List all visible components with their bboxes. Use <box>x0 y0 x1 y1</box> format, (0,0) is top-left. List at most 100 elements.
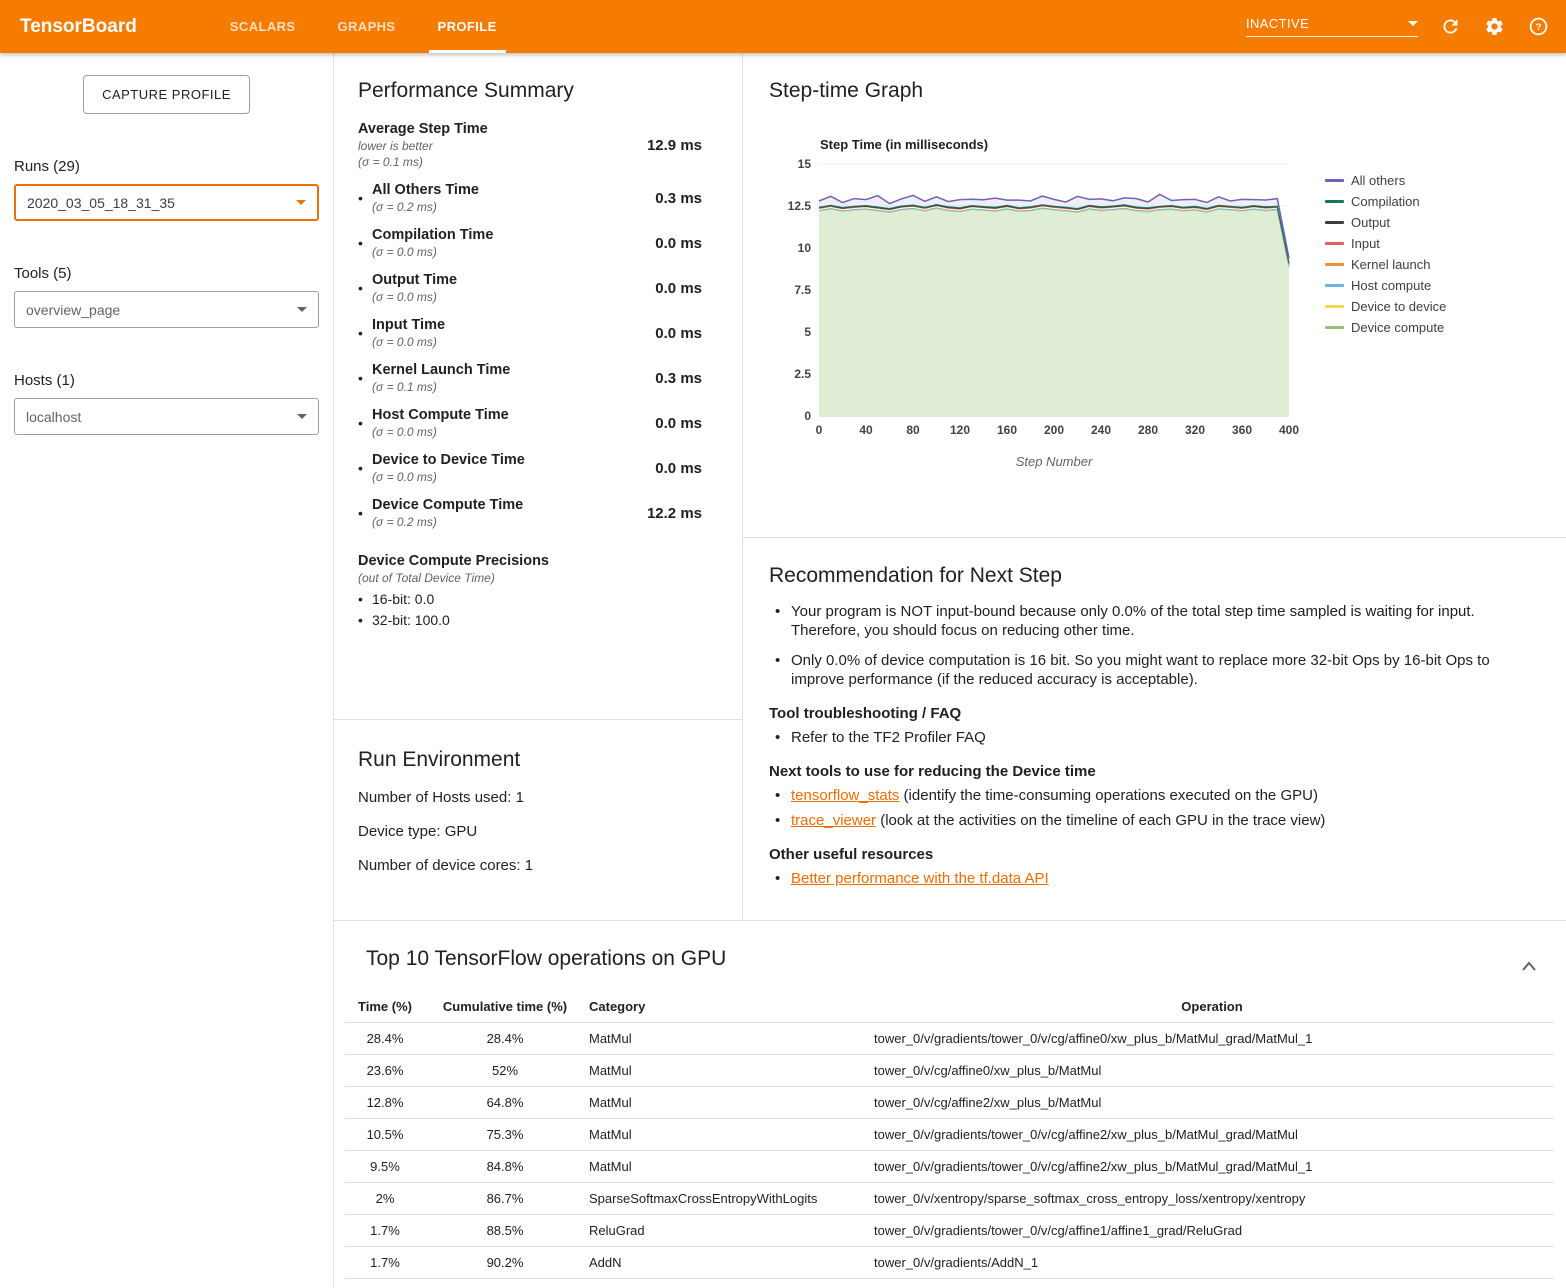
bullet: • <box>358 235 372 251</box>
legend-item-compilation: Compilation <box>1325 191 1446 212</box>
svg-text:280: 280 <box>1138 423 1158 437</box>
table-header-row: Time (%) Cumulative time (%) Category Op… <box>345 991 1554 1023</box>
tab-scalars[interactable]: SCALARS <box>209 0 317 53</box>
bullet: • <box>358 505 372 521</box>
table-row: 12.8%64.8%MatMultower_0/v/cg/affine2/xw_… <box>345 1087 1554 1119</box>
svg-text:400: 400 <box>1279 423 1299 437</box>
svg-text:80: 80 <box>906 423 920 437</box>
tab-profile[interactable]: PROFILE <box>417 0 518 53</box>
metric-all-others-time: • All Others Time (σ = 0.2 ms) 0.3 ms <box>358 182 702 214</box>
svg-text:10: 10 <box>798 241 812 255</box>
legend-label: Kernel launch <box>1351 257 1431 272</box>
legend-swatch <box>1325 179 1344 182</box>
table-row: 23.6%52%MatMultower_0/v/cg/affine0/xw_pl… <box>345 1055 1554 1087</box>
legend-item-output: Output <box>1325 212 1446 233</box>
legend-swatch <box>1325 221 1344 224</box>
legend-swatch <box>1325 263 1344 266</box>
bullet: • <box>358 415 372 431</box>
table-row: 1.7%88.5%ReluGradtower_0/v/gradients/tow… <box>345 1215 1554 1247</box>
resources-header: Other useful resources <box>769 846 1540 863</box>
metric-kernel-launch-time: • Kernel Launch Time (σ = 0.1 ms) 0.3 ms <box>358 362 702 394</box>
svg-text:7.5: 7.5 <box>794 283 811 297</box>
legend-swatch <box>1325 284 1344 287</box>
legend-label: All others <box>1351 173 1405 188</box>
settings-button[interactable] <box>1482 15 1506 39</box>
legend-item-input: Input <box>1325 233 1446 254</box>
hosts-label: Hosts (1) <box>14 372 319 389</box>
top-ops-title: Top 10 TensorFlow operations on GPU <box>366 947 1554 971</box>
recommendation-bullet: Only 0.0% of device computation is 16 bi… <box>769 651 1540 689</box>
faq-header: Tool troubleshooting / FAQ <box>769 705 1540 722</box>
chevron-down-icon <box>1408 21 1418 26</box>
legend-item-device-compute: Device compute <box>1325 317 1446 338</box>
header-controls: INACTIVE ? <box>1246 15 1550 39</box>
bullet: • <box>358 460 372 476</box>
hosts-dropdown[interactable]: localhost <box>14 398 319 435</box>
hosts-selected-value: localhost <box>26 409 81 425</box>
legend-label: Output <box>1351 215 1390 230</box>
svg-text:5: 5 <box>804 325 811 339</box>
legend-swatch <box>1325 242 1344 245</box>
resource-item: Better performance with the tf.data API <box>769 869 1540 888</box>
tensorflow-stats-link[interactable]: tensorflow_stats <box>791 787 899 804</box>
tf-data-api-link[interactable]: Better performance with the tf.data API <box>791 870 1049 887</box>
tab-graphs[interactable]: GRAPHS <box>316 0 416 53</box>
runs-label: Runs (29) <box>14 158 319 175</box>
runs-dropdown[interactable]: 2020_03_05_18_31_35 <box>14 184 319 221</box>
reload-status-dropdown[interactable]: INACTIVE <box>1246 16 1418 37</box>
metric-host-compute-time: • Host Compute Time (σ = 0.0 ms) 0.0 ms <box>358 407 702 439</box>
bullet: • <box>358 280 372 296</box>
metric-average-step-time: Average Step Time lower is better (σ = 0… <box>358 121 702 169</box>
metric-output-time: • Output Time (σ = 0.0 ms) 0.0 ms <box>358 272 702 304</box>
legend-label: Input <box>1351 236 1380 251</box>
legend-item-all-others: All others <box>1325 170 1446 191</box>
app-title: TensorBoard <box>20 16 137 38</box>
chevron-down-icon <box>297 414 307 419</box>
faq-item: Refer to the TF2 Profiler FAQ <box>769 728 1540 747</box>
help-icon: ? <box>1528 16 1549 37</box>
svg-text:12.5: 12.5 <box>788 199 812 213</box>
device-compute-precisions: Device Compute Precisions (out of Total … <box>358 553 702 628</box>
bullet: • <box>358 325 372 341</box>
chart-x-axis-label: Step Number <box>769 454 1309 469</box>
tool-item-description: (look at the activities on the timeline … <box>876 812 1325 829</box>
precision-16bit: 16-bit: 0.0 <box>358 591 702 607</box>
recommendation-bullet: Your program is NOT input-bound because … <box>769 602 1540 640</box>
legend-swatch <box>1325 326 1344 329</box>
svg-text:320: 320 <box>1185 423 1205 437</box>
col-category: Category <box>585 991 870 1023</box>
help-button[interactable]: ? <box>1526 15 1550 39</box>
col-time: Time (%) <box>345 991 425 1023</box>
top-ops-panel: Top 10 TensorFlow operations on GPU Time… <box>334 921 1566 1288</box>
legend-item-device-to-device: Device to device <box>1325 296 1446 317</box>
bullet: • <box>358 190 372 206</box>
step-time-graph-panel: Step-time Graph Step Time (in millisecon… <box>743 53 1566 538</box>
tools-selected-value: overview_page <box>26 302 120 318</box>
main-content: Performance Summary Average Step Time lo… <box>334 53 1566 1288</box>
svg-text:200: 200 <box>1044 423 1064 437</box>
chart-legend: All others Compilation Output Input Kernel l… <box>1325 170 1446 338</box>
svg-text:40: 40 <box>859 423 873 437</box>
collapse-panel-button[interactable] <box>1518 955 1540 978</box>
run-environment-title: Run Environment <box>358 748 718 772</box>
col-operation: Operation <box>870 991 1554 1023</box>
sidebar: CAPTURE PROFILE Runs (29) 2020_03_05_18_… <box>0 53 334 1288</box>
trace-viewer-link[interactable]: trace_viewer <box>791 812 876 829</box>
top-nav: SCALARS GRAPHS PROFILE <box>209 0 518 53</box>
capture-profile-button[interactable]: CAPTURE PROFILE <box>83 75 250 114</box>
svg-text:120: 120 <box>950 423 970 437</box>
refresh-button[interactable] <box>1438 15 1462 39</box>
recommendation-panel: Recommendation for Next Step Your progra… <box>743 538 1566 920</box>
tool-item-description: (identify the time-consuming operations … <box>899 787 1318 804</box>
metric-input-time: • Input Time (σ = 0.0 ms) 0.0 ms <box>358 317 702 349</box>
performance-summary-panel: Performance Summary Average Step Time lo… <box>334 53 742 720</box>
table-row: 1.7%90.2%AddNtower_0/v/gradients/AddN_1 <box>345 1247 1554 1279</box>
tools-dropdown[interactable]: overview_page <box>14 291 319 328</box>
legend-item-host-compute: Host compute <box>1325 275 1446 296</box>
metric-device-to-device-time: • Device to Device Time (σ = 0.0 ms) 0.0… <box>358 452 702 484</box>
svg-text:0: 0 <box>804 409 811 423</box>
next-tools-header: Next tools to use for reducing the Devic… <box>769 763 1540 780</box>
chart-title: Step Time (in milliseconds) <box>820 137 1540 152</box>
tool-item: trace_viewer (look at the activities on … <box>769 811 1540 830</box>
device-type: Device type: GPU <box>358 823 718 840</box>
